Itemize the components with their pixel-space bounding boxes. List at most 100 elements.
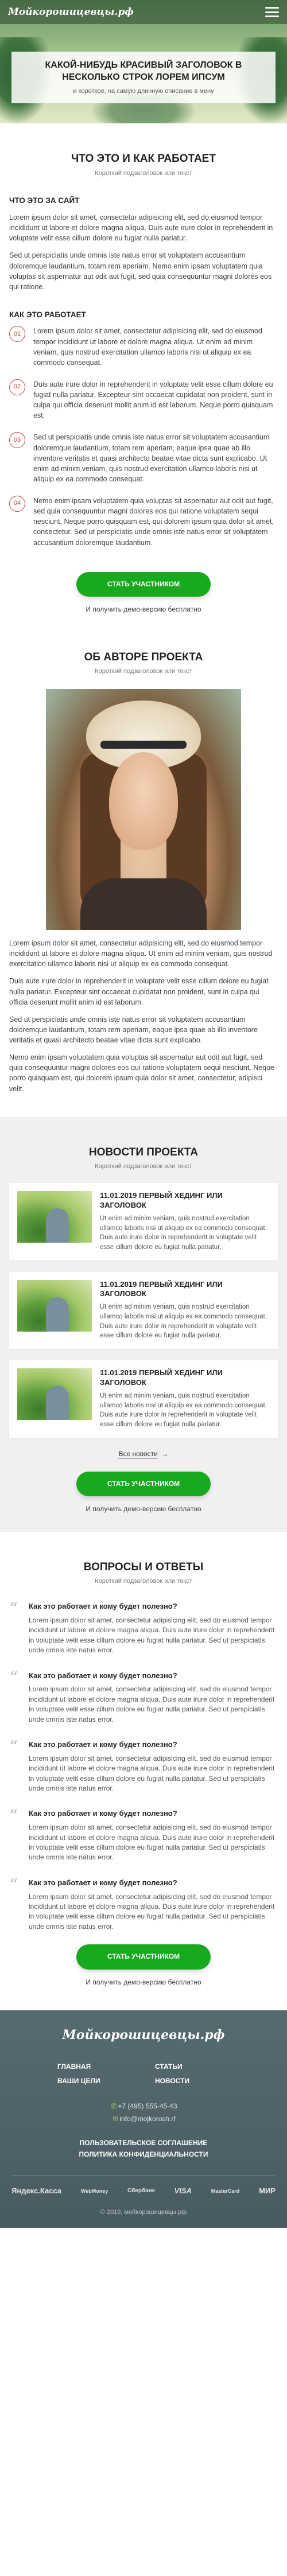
quote-icon: “ bbox=[9, 1668, 18, 1688]
news-body: Ut enim ad minim veniam, quis nostrud ex… bbox=[100, 1392, 267, 1428]
news-section: Новости проекта Короткий подзаголовок ил… bbox=[0, 1116, 287, 1532]
faq-question: Как это работает и кому будет полезно? bbox=[29, 1878, 177, 1887]
footer: Мойкорошицевцы.рф Главная Статьи Ваши це… bbox=[0, 2010, 287, 2228]
section-title: Что это и как работает bbox=[71, 153, 216, 165]
contacts: ✆ +7 (495) 555-45-43 ✉ info@mojkorosh.rf bbox=[0, 2102, 287, 2124]
news-card[interactable]: 11.01.2019 Первый хединг или заголовок U… bbox=[9, 1183, 278, 1260]
top-bar: Мойкорошицевцы.рф bbox=[0, 0, 287, 24]
faq-answer: Lorem ipsum dolor sit amet, consectetur … bbox=[29, 1685, 275, 1723]
all-news-link-wrap: Все новости → bbox=[9, 1449, 278, 1459]
join-button[interactable]: Стать участником bbox=[76, 1471, 211, 1497]
faq-answer: Lorem ipsum dolor sit amet, consectetur … bbox=[29, 1754, 275, 1792]
faq-answer: Lorem ipsum dolor sit amet, consectetur … bbox=[29, 1892, 275, 1931]
step-text: Duis aute irure dolor in reprehenderit i… bbox=[33, 380, 273, 420]
paragraph: Lorem ipsum dolor sit amet, consectetur … bbox=[9, 213, 273, 243]
news-image bbox=[17, 1368, 92, 1421]
terms-link[interactable]: Пользовательское соглашение bbox=[0, 2138, 287, 2149]
news-title[interactable]: 11.01.2019 Первый хединг или заголовок bbox=[100, 1368, 270, 1388]
step-text: Nemo enim ipsam voluptatem quia voluptas… bbox=[33, 497, 274, 547]
faq-answer: Lorem ipsum dolor sit amet, consectetur … bbox=[29, 1616, 275, 1655]
how-title: Как это работает bbox=[9, 310, 86, 319]
news-title[interactable]: 11.01.2019 Первый хединг или заголовок bbox=[100, 1191, 270, 1211]
author-section: Об авторе проекта Короткий подзаголовок … bbox=[0, 615, 287, 1094]
faq-answer: Lorem ipsum dolor sit amet, consectetur … bbox=[29, 1823, 275, 1862]
footer-email[interactable]: info@mojkorosh.rf bbox=[119, 2115, 176, 2123]
cta-note: И получить демо-версию бесплатно bbox=[86, 605, 201, 614]
join-button[interactable]: Стать участником bbox=[76, 1944, 211, 1970]
author-photo bbox=[46, 689, 241, 930]
news-card[interactable]: 11.01.2019 Первый хединг или заголовок U… bbox=[9, 1360, 278, 1438]
step-number: 01 bbox=[9, 326, 25, 343]
faq-item: “ Как это работает и кому будет полезно?… bbox=[9, 1668, 278, 1725]
site-logo[interactable]: Мойкорошицевцы.рф bbox=[8, 5, 134, 20]
all-news-link[interactable]: Все новости bbox=[118, 1449, 158, 1458]
step-item: 04 Nemo enim ipsam voluptatem quia volup… bbox=[9, 496, 278, 548]
cta-note: И получить демо-версию бесплатно bbox=[86, 1505, 201, 1513]
cta-block: Стать участником И получить демо-версию … bbox=[9, 559, 278, 615]
section-subtitle: Короткий подзаголовок или текст bbox=[95, 1163, 192, 1170]
step-item: 03 Sed ut perspiciatis unde omnis iste n… bbox=[9, 432, 278, 484]
join-button[interactable]: Стать участником bbox=[76, 571, 211, 597]
footer-phone[interactable]: +7 (495) 555-45-43 bbox=[118, 2102, 177, 2110]
step-item: 02 Duis aute irure dolor in reprehenderi… bbox=[9, 379, 278, 421]
paragraph: Nemo enim ipsam voluptatem quia voluptas… bbox=[9, 1053, 275, 1093]
mir-logo: МИР bbox=[259, 2186, 276, 2195]
step-number: 04 bbox=[9, 496, 25, 512]
faq-item: “ Как это работает и кому будет полезно?… bbox=[9, 1875, 278, 1932]
payment-logos: Яндекс.Касса WebMoney Сбербанк VISA Mast… bbox=[11, 2174, 276, 2197]
step-number: 02 bbox=[9, 379, 25, 395]
faq-section: Вопросы и ответы Короткий подзаголовок и… bbox=[0, 1532, 287, 1987]
faq-question: Как это работает и кому будет полезно? bbox=[29, 1809, 177, 1818]
footer-logo[interactable]: Мойкорошицевцы.рф bbox=[63, 2028, 225, 2042]
mail-icon: ✉ bbox=[113, 2115, 119, 2123]
yandex-kassa-logo: Яндекс.Касса bbox=[11, 2186, 62, 2195]
section-subtitle: Короткий подзаголовок или текст bbox=[95, 169, 192, 177]
visa-logo: VISA bbox=[174, 2186, 192, 2195]
hero-banner: Мойкорошицевцы.рф Какой-нибудь красивый … bbox=[0, 0, 287, 123]
paragraph: Sed ut perspiciatis unde omnis iste natu… bbox=[9, 251, 272, 291]
quote-icon: “ bbox=[9, 1806, 18, 1827]
footer-link-goals[interactable]: Ваши цели bbox=[57, 2076, 132, 2086]
footer-link-articles[interactable]: Статьи bbox=[155, 2062, 230, 2072]
paragraph: Sed ut perspiciatis unde omnis iste natu… bbox=[9, 1015, 258, 1044]
what-title: Что это за сайт bbox=[9, 196, 80, 205]
faq-item: “ Как это работает и кому будет полезно?… bbox=[9, 1601, 278, 1655]
news-image bbox=[17, 1279, 92, 1332]
faq-question: Как это работает и кому будет полезно? bbox=[29, 1671, 177, 1680]
paragraph: Duis aute irure dolor in reprehenderit i… bbox=[9, 977, 269, 1006]
sberbank-logo: Сбербанк bbox=[127, 2187, 155, 2194]
faq-question: Как это работает и кому будет полезно? bbox=[29, 1740, 177, 1749]
menu-icon[interactable] bbox=[265, 7, 279, 17]
faq-item: “ Как это работает и кому будет полезно?… bbox=[9, 1737, 278, 1793]
hero-textbox: Какой-нибудь красивый заголовок в нескол… bbox=[11, 52, 276, 103]
news-body: Ut enim ad minim veniam, quis nostrud ex… bbox=[100, 1215, 267, 1251]
section-subtitle: Короткий подзаголовок или текст bbox=[95, 668, 192, 675]
paragraph: Lorem ipsum dolor sit amet, consectetur … bbox=[9, 939, 273, 968]
news-title[interactable]: 11.01.2019 Первый хединг или заголовок bbox=[100, 1280, 270, 1299]
section-title: Вопросы и ответы bbox=[83, 1561, 204, 1573]
footer-link-news[interactable]: Новости bbox=[155, 2076, 230, 2086]
section-title: Новости проекта bbox=[88, 1146, 199, 1158]
quote-icon: “ bbox=[9, 1875, 18, 1896]
step-text: Sed ut perspiciatis unde omnis iste natu… bbox=[33, 433, 270, 483]
cta-block: Стать участником И получить демо-версию … bbox=[9, 1932, 278, 1987]
privacy-link[interactable]: Политика конфиденциальности bbox=[0, 2149, 287, 2160]
news-card[interactable]: 11.01.2019 Первый хединг или заголовок U… bbox=[9, 1271, 278, 1349]
hero-subtitle: и короткое, на самую длинную описание в … bbox=[73, 87, 214, 95]
footer-link-home[interactable]: Главная bbox=[57, 2062, 132, 2072]
faq-question: Как это работает и кому будет полезно? bbox=[29, 1602, 177, 1611]
section-title: Об авторе проекта bbox=[84, 651, 203, 663]
phone-icon: ✆ bbox=[111, 2102, 117, 2110]
cta-block: Стать участником И получить демо-версию … bbox=[9, 1459, 278, 1515]
footer-nav: Главная Статьи Ваши цели Новости bbox=[57, 2062, 230, 2087]
webmoney-logo: WebMoney bbox=[80, 2188, 108, 2194]
step-number: 03 bbox=[9, 432, 25, 449]
faq-item: “ Как это работает и кому будет полезно?… bbox=[9, 1808, 278, 1862]
mastercard-logo: MasterCard bbox=[211, 2188, 240, 2194]
policy-links: Пользовательское соглашение Политика кон… bbox=[0, 2138, 287, 2159]
quote-icon: “ bbox=[9, 1737, 18, 1757]
section-subtitle: Короткий подзаголовок или текст bbox=[95, 1578, 192, 1585]
news-body: Ut enim ad minim veniam, quis nostrud ex… bbox=[100, 1303, 267, 1340]
news-image bbox=[17, 1191, 92, 1243]
about-section: Что это и как работает Короткий подзагол… bbox=[0, 123, 287, 615]
